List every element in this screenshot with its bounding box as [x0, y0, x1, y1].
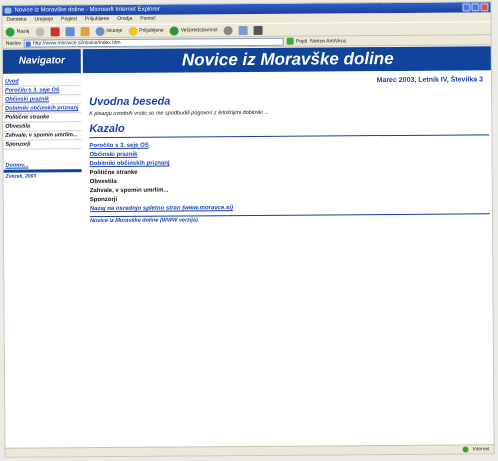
page-content: Navigator Uvod Poročilo s 3. seje OS Obč…	[2, 46, 495, 450]
star-icon	[128, 26, 138, 36]
menu-favorites[interactable]: Priljubljene	[85, 15, 110, 24]
navigator-sidebar: Navigator Uvod Poročilo s 3. seje OS Obč…	[2, 49, 83, 257]
menu-help[interactable]: Pomoč	[140, 15, 156, 24]
search-button[interactable]: Iskanje	[95, 26, 122, 36]
nav-item-sponzorji: Sponzorji	[3, 140, 82, 150]
navigator-list: Uvod Poročilo s 3. seje OS Občinski praz…	[2, 73, 82, 150]
page-banner: Novice iz Moravške doline	[82, 46, 493, 74]
refresh-icon[interactable]	[65, 26, 75, 36]
back-button[interactable]: Nazaj	[5, 27, 30, 37]
media-button[interactable]: Večpredstavnost	[169, 25, 218, 36]
search-icon	[95, 26, 105, 36]
kazalo-list: Poročilo s 3. seje OS Občinski praznik D…	[89, 139, 489, 205]
menu-file[interactable]: Datoteka	[7, 16, 27, 25]
kazalo-heading: Kazalo	[89, 120, 490, 139]
menu-edit[interactable]: Urejanje	[35, 15, 54, 24]
address-label: Naslov	[5, 40, 22, 47]
uvod-heading: Uvodna beseda	[89, 95, 171, 109]
mail-icon[interactable]	[238, 25, 248, 35]
go-button[interactable]: Pojdi	[286, 37, 307, 45]
uvod-text: K pisanju uvodnih vrstic so me spodbudil…	[89, 109, 269, 118]
status-zone: Internet	[472, 446, 490, 453]
history-icon[interactable]	[223, 25, 233, 35]
window-title: Novice iz Moravške doline - Microsoft In…	[14, 6, 160, 14]
go-arrow-icon	[286, 37, 295, 45]
minimize-button[interactable]	[462, 3, 471, 12]
home-icon[interactable]	[80, 26, 90, 36]
norton-antivirus-button[interactable]: Norton AntiVirus	[310, 38, 346, 44]
close-button[interactable]	[480, 3, 489, 12]
nav-date: Zvezek, 2003	[5, 173, 37, 180]
forward-arrow-icon[interactable]	[35, 26, 45, 36]
navigator-title: Navigator	[2, 49, 81, 74]
menu-tools[interactable]: Orodja	[117, 15, 132, 24]
internet-zone-icon	[462, 446, 469, 453]
back-to-main-site-link[interactable]: Nazaj na osrednjo spletno stran (www.mor…	[90, 202, 490, 214]
maximize-button[interactable]	[471, 3, 480, 12]
stop-icon[interactable]	[50, 26, 60, 36]
issue-info: Marec 2003, Letnik IV, Številka 3	[376, 76, 483, 85]
media-icon	[169, 25, 179, 36]
main-column: Marec 2003, Letnik IV, Številka 3 Uvodna…	[89, 76, 490, 224]
address-input[interactable]: http://www.moravce.si/novice/index.htm	[23, 37, 285, 48]
favorites-button[interactable]: Priljubljene	[128, 26, 164, 36]
menu-view[interactable]: Pogled	[61, 15, 77, 24]
browser-window: Novice iz Moravške doline - Microsoft In…	[1, 1, 495, 458]
nav-domov-link[interactable]: Domov...	[3, 161, 82, 173]
print-icon[interactable]	[253, 25, 263, 35]
ie-logo-icon	[4, 7, 12, 14]
back-arrow-icon	[5, 27, 15, 37]
window-controls	[462, 3, 489, 12]
